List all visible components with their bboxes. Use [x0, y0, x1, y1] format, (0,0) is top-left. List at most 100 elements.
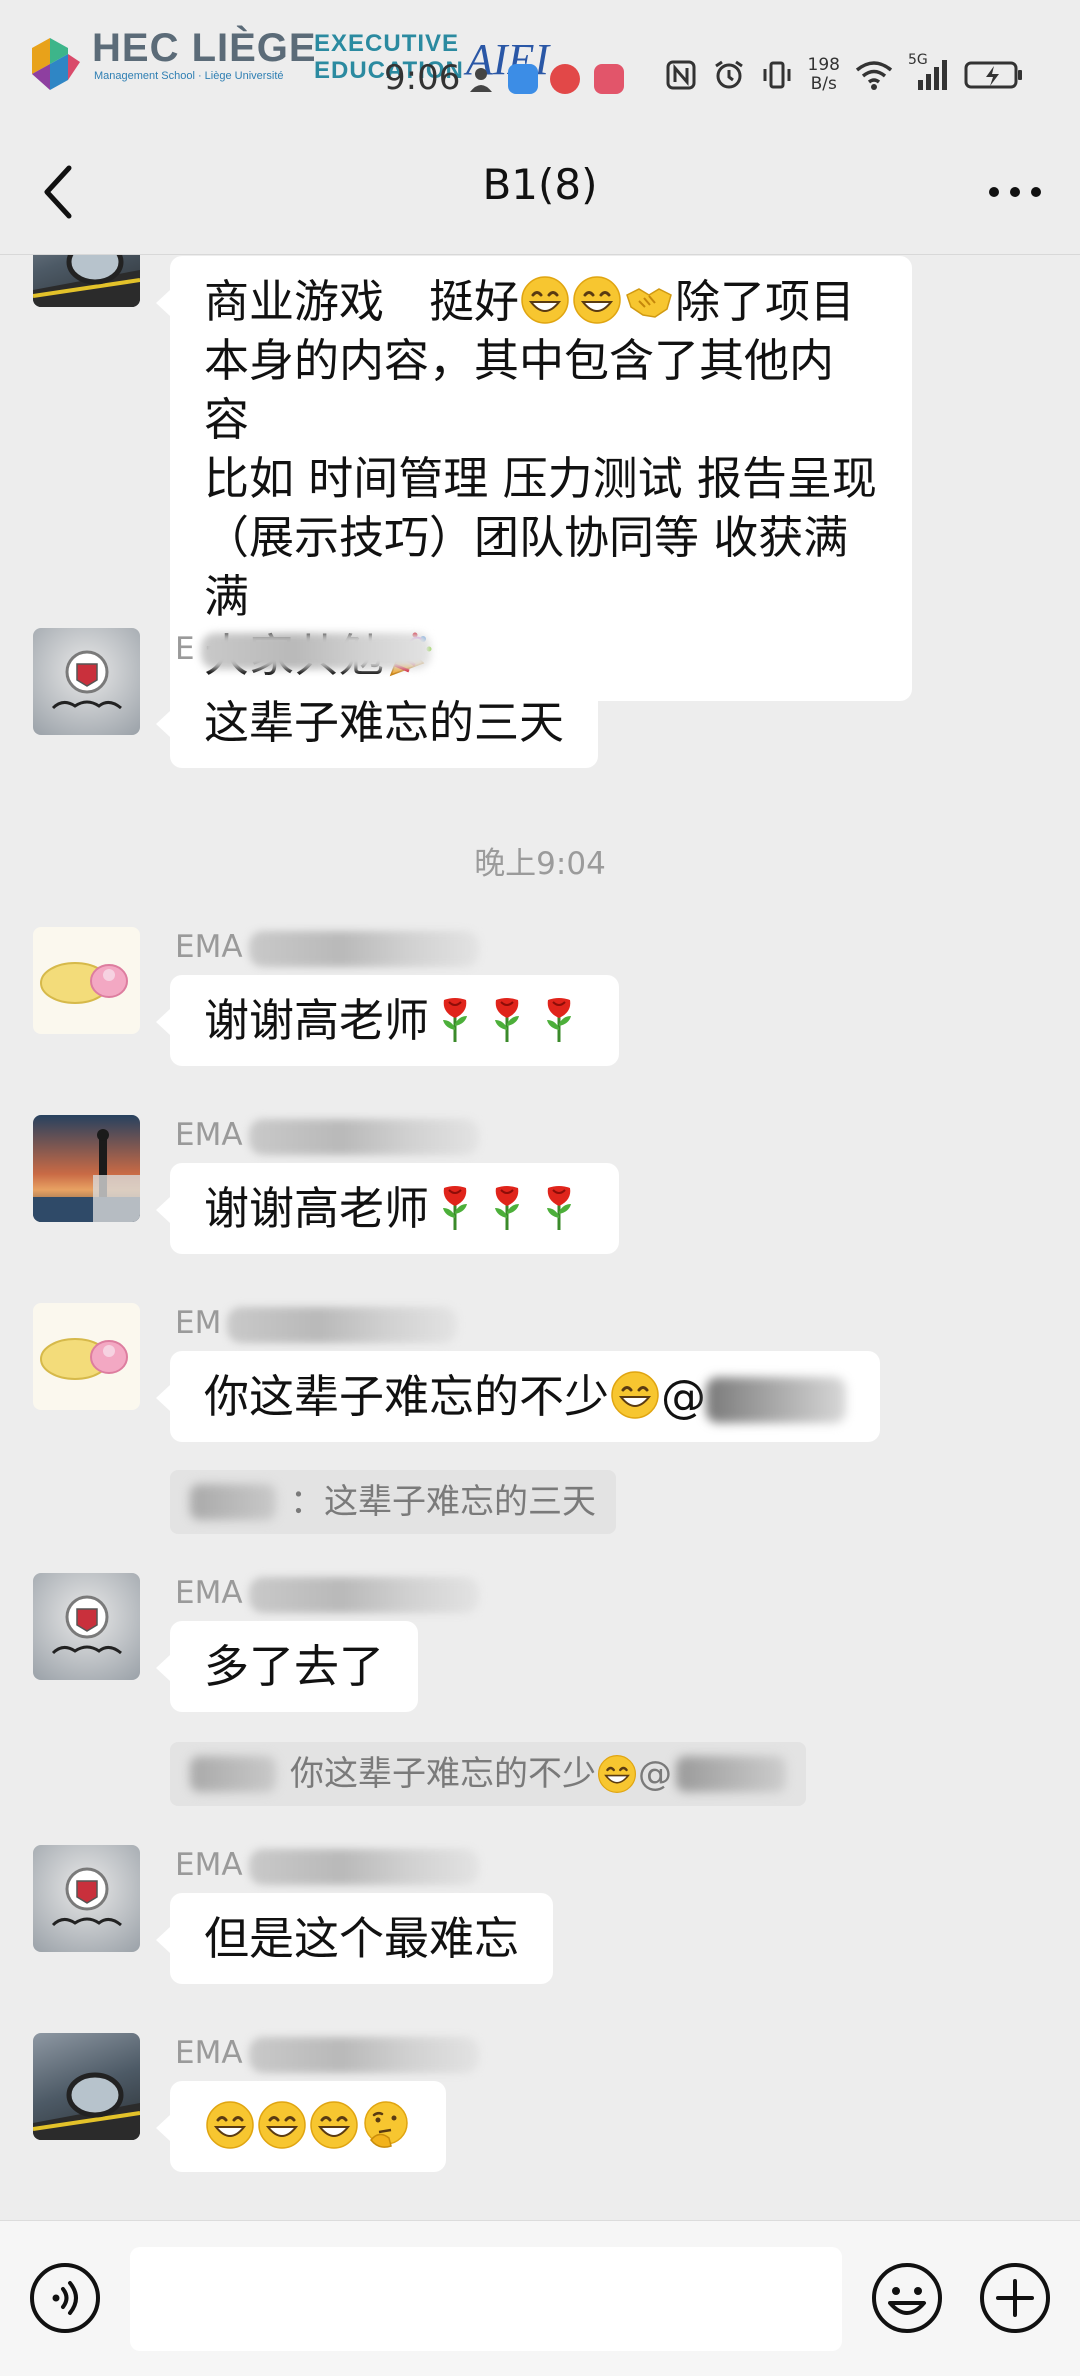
rose-emoji-icon [482, 1182, 532, 1232]
message-text-line: （展示技巧）团队协同等 收获满满 [204, 511, 849, 623]
sender-name: EMA [175, 2033, 479, 2073]
message-text-line: 本身的内容，其中包含了其他内容 [204, 334, 835, 446]
message-bubble[interactable]: 谢谢高老师 [155, 975, 620, 1066]
network-speed-unit: B/s [810, 74, 837, 94]
message-text: 你这辈子难忘的不少 [204, 1370, 610, 1423]
sender-name-redacted [227, 1306, 458, 1343]
status-indicators: 198 B/s 5G [664, 52, 1024, 94]
grinning-emoji-icon [572, 275, 622, 325]
message-text: 谢谢高老师 [204, 994, 430, 1047]
message-bubble[interactable]: 这辈子难忘的三天 [155, 677, 599, 768]
sender-name: EM [175, 1303, 458, 1343]
avatar-sunset[interactable] [33, 1115, 140, 1222]
chat-title: B1(8) [482, 160, 598, 209]
emoji-icon[interactable] [870, 2261, 944, 2335]
blue-app-icon [508, 64, 538, 94]
message-text: 多了去了 [204, 1640, 385, 1693]
handshake-emoji-icon [624, 275, 674, 325]
sender-name-prefix: E [175, 631, 195, 667]
sender-name-prefix: EMA [175, 1117, 243, 1153]
sender-name: E [175, 629, 431, 669]
sender-name-prefix: EM [175, 1305, 222, 1341]
sender-name-redacted [248, 2036, 479, 2073]
rose-emoji-icon [430, 1182, 480, 1232]
sender-name: EMA [175, 1573, 479, 1613]
avatar-peanut-slippers[interactable] [33, 927, 140, 1034]
battery-charging-icon [964, 61, 1022, 89]
more-options-button[interactable] [980, 160, 1050, 224]
sender-name-prefix: EMA [175, 2035, 243, 2071]
avatar-cadillac[interactable] [33, 1845, 140, 1952]
network-speed-value: 198 [807, 55, 840, 75]
quote-mention-redacted [676, 1756, 786, 1792]
message-bubble[interactable]: 多了去了 [155, 1621, 419, 1712]
wifi-icon [855, 61, 893, 90]
message-input-bar [0, 2220, 1080, 2376]
grinning-emoji-icon [597, 1754, 637, 1794]
sender-name-prefix: EMA [175, 929, 243, 965]
rose-emoji-icon [534, 1182, 584, 1232]
message-text-line: 商业游戏 挺好 [204, 275, 520, 328]
avatar-car-mirror[interactable] [33, 255, 140, 307]
rose-emoji-icon [430, 994, 480, 1044]
message-text: 谢谢高老师 [204, 1182, 430, 1235]
quoted-message[interactable]: 你这辈子难忘的不少 @ [170, 1742, 806, 1806]
rose-emoji-icon [482, 994, 532, 1044]
sender-name-redacted [248, 930, 479, 967]
quoted-message[interactable]: ：这辈子难忘的三天 [170, 1470, 616, 1534]
chat-message-list[interactable]: 商业游戏 挺好 除了项目 本身的内容，其中包含了其他内容 比如 时间管理 压力测试… [0, 255, 1080, 2220]
red-app-icon [550, 64, 580, 94]
message-bubble[interactable]: 你这辈子难忘的不少 @ [155, 1351, 881, 1442]
message-text: 但是这个最难忘 [204, 1912, 520, 1965]
sender-name-prefix: EMA [175, 1575, 243, 1611]
voice-icon[interactable] [28, 2261, 102, 2335]
alarm-icon [714, 60, 743, 89]
chat-header: B1(8) [0, 130, 1080, 254]
message-text-line: 除了项目 [675, 275, 856, 328]
sender-name-redacted [200, 632, 431, 669]
logo-exec-line1: EXECUTIVE [314, 30, 460, 57]
mention-redacted [706, 1377, 847, 1423]
quote-separator: ： [290, 1482, 324, 1522]
quote-sender-redacted [190, 1484, 276, 1520]
red-square-app-icon [594, 64, 624, 94]
quote-mention-at: @ [638, 1754, 672, 1794]
message-bubble[interactable]: 但是这个最难忘 [155, 1893, 554, 1984]
sender-name: EMA [175, 1845, 479, 1885]
quote-text: 你这辈子难忘的不少 [290, 1754, 596, 1794]
grinning-emoji-icon [205, 2100, 255, 2150]
cellular-signal-icon: 5G [908, 52, 950, 92]
more-dots-icon [989, 187, 1041, 197]
message-text: 这辈子难忘的三天 [204, 696, 565, 749]
nfc-icon [666, 60, 696, 90]
plus-icon[interactable] [978, 2261, 1052, 2335]
grinning-emoji-icon [520, 275, 570, 325]
rose-emoji-icon [534, 994, 584, 1044]
sender-name-redacted [248, 1576, 479, 1613]
vibrate-icon [763, 61, 791, 89]
grinning-emoji-icon [257, 2100, 307, 2150]
sender-name-redacted [248, 1118, 479, 1155]
avatar-car-mirror[interactable] [33, 2033, 140, 2140]
grinning-emoji-icon [610, 1370, 660, 1420]
person-status-icon [470, 68, 492, 92]
hec-logo-icon [32, 38, 80, 90]
network-speed: 198 B/s [808, 56, 840, 94]
sender-name: EMA [175, 927, 479, 967]
message-input[interactable] [130, 2247, 842, 2351]
logo-brand: HEC LIÈGE [92, 26, 317, 70]
avatar-cadillac[interactable] [33, 1573, 140, 1680]
sender-name: EMA [175, 1115, 479, 1155]
thinking-emoji-icon [361, 2100, 411, 2150]
quote-text: 这辈子难忘的三天 [324, 1482, 596, 1522]
status-time: 9:06 [384, 58, 461, 98]
logo-subtitle: Management School · Liège Université [94, 70, 284, 82]
message-text-line: 比如 时间管理 压力测试 报告呈现 [204, 452, 877, 505]
quote-sender-redacted [190, 1756, 276, 1792]
message-bubble[interactable] [156, 2081, 446, 2172]
sender-name-redacted [248, 1848, 479, 1885]
avatar-cadillac[interactable] [33, 628, 140, 735]
message-bubble[interactable]: 谢谢高老师 [155, 1163, 620, 1254]
message-timestamp: 晚上9:04 [474, 846, 606, 882]
avatar-peanut-slippers[interactable] [33, 1303, 140, 1410]
